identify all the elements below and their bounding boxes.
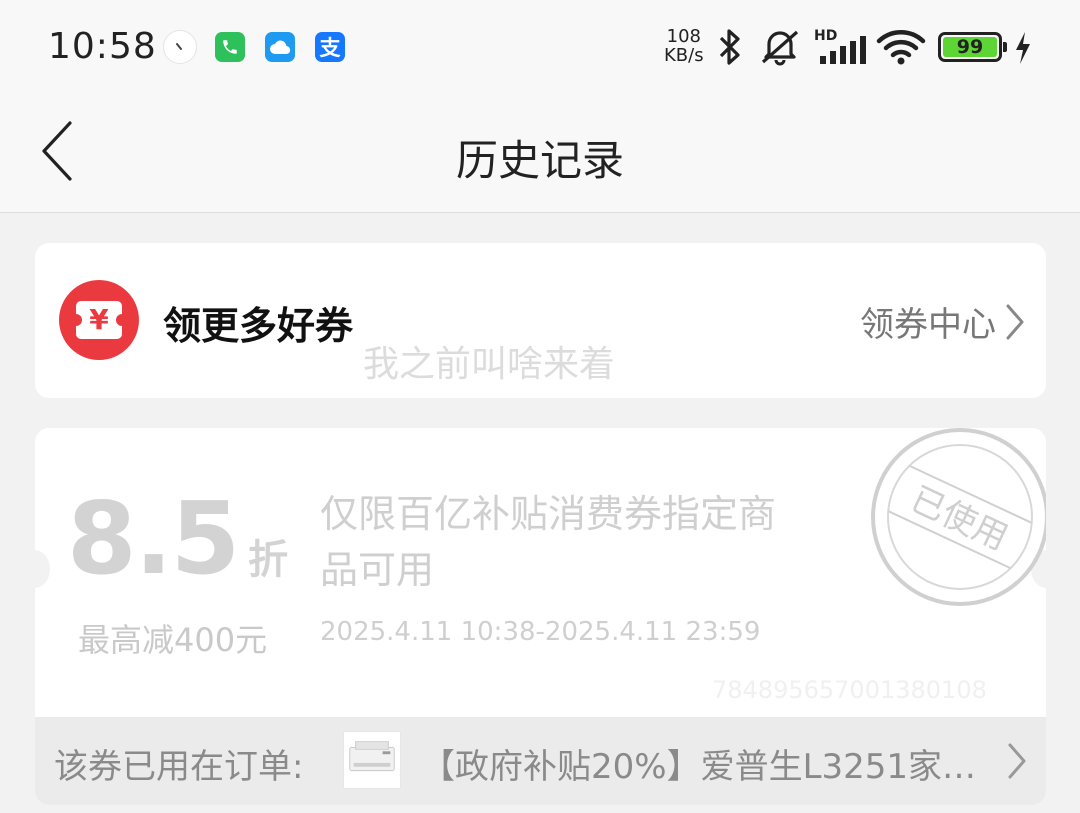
mute-bell-icon xyxy=(761,30,799,66)
order-product-title: 【政府补贴20%】爱普生L3251家… xyxy=(421,747,977,787)
used-order-row[interactable]: 该券已用在订单: 【政府补贴20%】爱普生L3251家… xyxy=(35,717,1046,805)
bluetooth-icon xyxy=(719,29,740,65)
net-speed-value: 108 xyxy=(666,26,701,47)
status-time: 10:58 xyxy=(48,26,157,67)
wifi-icon xyxy=(876,30,926,65)
printer-product-thumbnail xyxy=(343,731,401,789)
network-speed: 108 KB/s xyxy=(664,27,704,65)
coupon-center-title: 领更多好券 xyxy=(163,304,354,348)
phone-app-icon xyxy=(215,32,245,62)
used-coupon-card: 8.5 折 最高减400元 仅限百亿补贴消费券指定商品可用 2025.4.11 … xyxy=(35,428,1046,805)
coupon-center-link[interactable]: 领券中心 xyxy=(860,297,1026,346)
coupon-description: 仅限百亿补贴消费券指定商品可用 xyxy=(320,492,777,592)
used-stamp-icon: 已使用 xyxy=(871,428,1046,606)
battery-indicator: 99 xyxy=(938,32,1007,62)
cloud-app-icon xyxy=(265,32,295,62)
used-in-order-label: 该券已用在订单: xyxy=(54,747,304,787)
dot-app-icon xyxy=(163,30,197,64)
card-notch-left xyxy=(35,550,50,588)
battery-level: 99 xyxy=(943,37,997,57)
alipay-app-icon: 支 xyxy=(315,32,345,62)
coupon-center-link-label: 领券中心 xyxy=(860,305,996,345)
page-header: 历史记录 xyxy=(0,95,1080,213)
page-title: 历史记录 xyxy=(455,136,624,185)
stamp-text: 已使用 xyxy=(904,479,1013,558)
chevron-right-icon xyxy=(1008,743,1026,779)
discount-unit: 折 xyxy=(248,537,289,583)
status-bar: 10:58 支 108 KB/s HD 99 xyxy=(0,0,1080,95)
discount-value: 8.5 折 xyxy=(67,480,288,597)
watermark-text: 我之前叫啥来着 xyxy=(363,344,616,385)
chevron-right-icon xyxy=(1006,304,1024,339)
coupon-order-number: 7848956570013801​08 xyxy=(712,676,987,704)
coupon-ticket-icon: ¥ xyxy=(59,280,139,360)
charging-bolt-icon xyxy=(1016,32,1030,64)
cellular-signal-icon xyxy=(820,36,866,64)
coupon-validity: 2025.4.11 10:38-2025.4.11 23:59 xyxy=(320,617,761,647)
max-off-text: 最高减400元 xyxy=(78,621,268,659)
net-speed-unit: KB/s xyxy=(664,45,704,66)
yen-glyph: ¥ xyxy=(89,303,109,336)
discount-number: 8.5 xyxy=(67,480,240,597)
